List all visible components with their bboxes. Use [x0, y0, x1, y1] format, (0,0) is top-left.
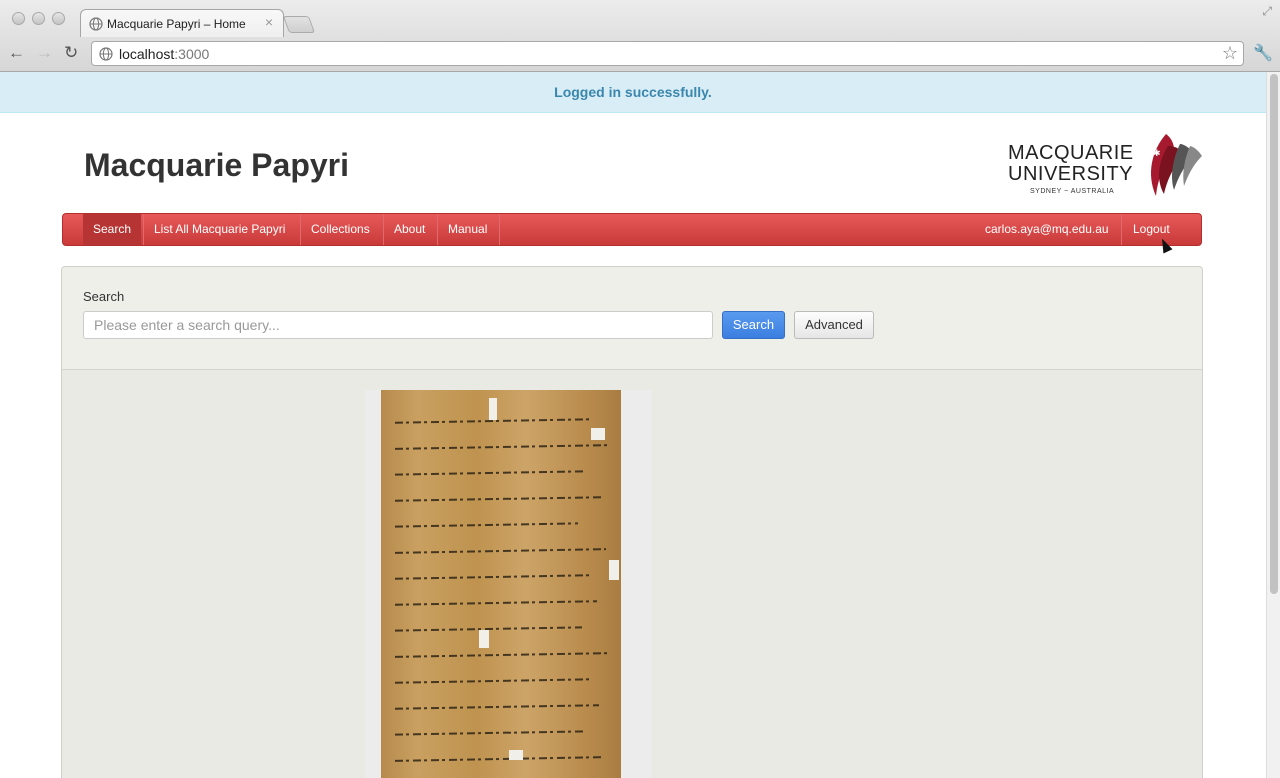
search-form: Search Search Advanced: [62, 267, 1202, 370]
logout-link[interactable]: Logout: [1123, 214, 1180, 245]
close-icon[interactable]: ×: [265, 14, 273, 30]
nav-item-list-all[interactable]: List All Macquarie Papyri: [144, 214, 295, 245]
url-text: localhost:3000: [119, 46, 209, 62]
page-content: Logged in successfully. Macquarie Papyri…: [0, 72, 1266, 778]
svg-text:✱: ✱: [1153, 149, 1161, 159]
nav-item-manual[interactable]: Manual: [438, 214, 497, 245]
window-zoom-button[interactable]: [52, 12, 65, 25]
papyrus-image: [365, 390, 652, 778]
globe-icon: [99, 47, 113, 61]
browser-chrome: Macquarie Papyri – Home × ⤢ ← → ↻ localh…: [0, 0, 1280, 72]
flame-emblem-icon: ✱: [1151, 134, 1202, 196]
nav-item-search[interactable]: Search: [83, 214, 142, 245]
scrollbar-thumb[interactable]: [1270, 74, 1278, 594]
site-title: Macquarie Papyri: [84, 147, 349, 183]
nav-item-about[interactable]: About: [384, 214, 435, 245]
back-arrow-icon[interactable]: ←: [8, 43, 25, 63]
logo-line3: SYDNEY ~ AUSTRALIA: [1030, 188, 1115, 195]
forward-arrow-icon[interactable]: →: [36, 43, 53, 63]
search-panel: Search Search Advanced: [61, 266, 1203, 778]
fullscreen-icon[interactable]: ⤢: [1262, 4, 1272, 19]
search-input[interactable]: [83, 311, 713, 339]
papyrus-writing: [395, 418, 610, 778]
window-close-button[interactable]: [12, 12, 25, 25]
nav-item-collections[interactable]: Collections: [301, 214, 380, 245]
main-navbar: Search List All Macquarie Papyri Collect…: [62, 213, 1202, 246]
advanced-button[interactable]: Advanced: [794, 311, 874, 339]
nav-divider: [499, 214, 500, 245]
window-minimize-button[interactable]: [32, 12, 45, 25]
globe-icon: [89, 17, 103, 31]
flash-message: Logged in successfully.: [0, 72, 1266, 113]
address-bar[interactable]: localhost:3000 ☆: [91, 41, 1244, 66]
bookmark-star-icon[interactable]: ☆: [1222, 43, 1238, 64]
browser-tab[interactable]: Macquarie Papyri – Home ×: [80, 9, 284, 37]
user-email[interactable]: carlos.aya@mq.edu.au: [975, 214, 1119, 245]
nav-divider: [1121, 214, 1122, 245]
macquarie-university-logo[interactable]: MACQUARIE UNIVERSITY SYDNEY ~ AUSTRALIA …: [1008, 132, 1204, 200]
search-button[interactable]: Search: [722, 311, 785, 339]
wrench-icon[interactable]: 🔧: [1253, 43, 1273, 63]
logo-line2: UNIVERSITY: [1008, 163, 1134, 185]
logo-line1: MACQUARIE: [1008, 142, 1134, 164]
url-host: localhost: [119, 46, 175, 62]
papyrus-scan: [381, 390, 621, 778]
new-tab-button[interactable]: [282, 16, 316, 33]
url-port: :3000: [174, 46, 210, 62]
search-label: Search: [83, 289, 125, 304]
tab-title: Macquarie Papyri – Home: [107, 17, 246, 31]
vertical-scrollbar[interactable]: [1266, 72, 1280, 778]
reload-icon[interactable]: ↻: [64, 43, 78, 63]
